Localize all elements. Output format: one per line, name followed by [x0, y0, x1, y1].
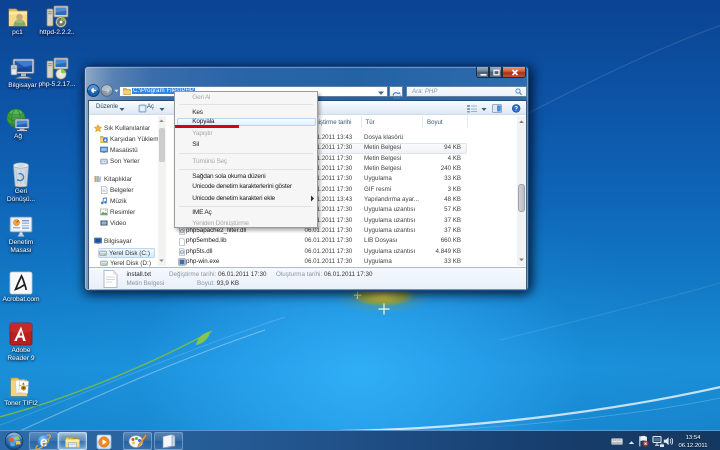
svg-text:?: ? — [514, 105, 518, 112]
